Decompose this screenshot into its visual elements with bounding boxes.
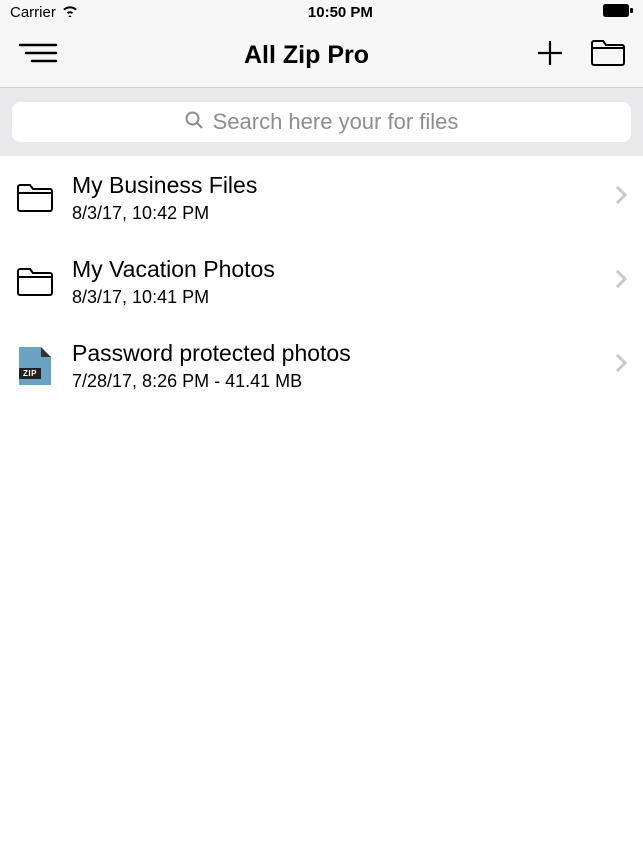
list-item-title: My Business Files [72,172,597,199]
list-item-subtitle: 8/3/17, 10:41 PM [72,287,597,308]
zip-file-icon: ZIP [16,347,54,385]
search-input[interactable]: Search here your for files [12,102,631,142]
list-item[interactable]: My Business Files 8/3/17, 10:42 PM [0,156,643,240]
list-item-subtitle: 8/3/17, 10:42 PM [72,203,597,224]
status-left: Carrier [10,4,78,21]
folder-icon [16,263,54,301]
wifi-icon [62,4,78,21]
chevron-right-icon [615,269,627,295]
list-item-title: Password protected photos [72,340,597,367]
search-icon [185,109,203,135]
carrier-label: Carrier [10,4,56,21]
chevron-right-icon [615,185,627,211]
folder-nav-icon[interactable] [591,40,625,71]
list-item[interactable]: ZIP Password protected photos 7/28/17, 8… [0,324,643,408]
folder-icon [16,179,54,217]
status-right [603,4,633,21]
search-placeholder: Search here your for files [213,109,459,135]
status-time: 10:50 PM [308,4,373,21]
page-title: All Zip Pro [98,41,515,70]
nav-bar: All Zip Pro [0,24,643,88]
chevron-right-icon [615,353,627,379]
search-container: Search here your for files [0,88,643,156]
battery-icon [603,4,633,21]
status-bar: Carrier 10:50 PM [0,0,643,24]
add-icon[interactable] [537,40,563,71]
file-list: My Business Files 8/3/17, 10:42 PM My Va… [0,156,643,408]
menu-icon[interactable] [18,42,58,69]
list-item-title: My Vacation Photos [72,256,597,283]
list-item-subtitle: 7/28/17, 8:26 PM - 41.41 MB [72,371,597,392]
list-item[interactable]: My Vacation Photos 8/3/17, 10:41 PM [0,240,643,324]
